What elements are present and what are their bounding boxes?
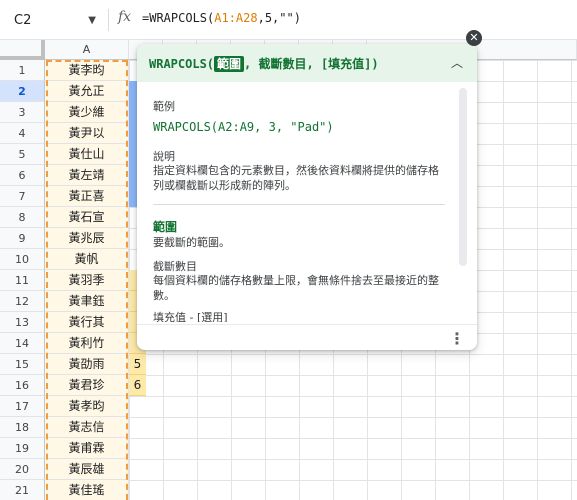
- row-header[interactable]: 5: [0, 144, 45, 165]
- cell-a[interactable]: 黃左靖: [45, 165, 129, 186]
- section-divider: [153, 204, 445, 205]
- cell-a[interactable]: 黃孝昀: [45, 396, 129, 417]
- chevron-down-icon[interactable]: ▼: [88, 10, 96, 32]
- formula-range: A1:A28: [214, 11, 258, 25]
- argument-description: 要截斷的範圍。: [153, 236, 230, 249]
- column-header-a[interactable]: A: [45, 40, 129, 60]
- example-code: WRAPCOLS(A2:A9, 3, "Pad"): [153, 120, 334, 134]
- row-header[interactable]: 13: [0, 312, 45, 333]
- remaining-arguments: , 截斷數目, [填充值]): [244, 57, 379, 71]
- row-header[interactable]: 10: [0, 249, 45, 270]
- name-box[interactable]: C2 ▼: [8, 10, 102, 32]
- formula-start: =WRAPCOLS(: [142, 11, 215, 25]
- cell-a[interactable]: 黃石宣: [45, 207, 129, 228]
- row-header[interactable]: 9: [0, 228, 45, 249]
- row-header[interactable]: 19: [0, 438, 45, 459]
- cell-a[interactable]: 黃羽季: [45, 270, 129, 291]
- row-header[interactable]: 3: [0, 102, 45, 123]
- row-header[interactable]: 4: [0, 123, 45, 144]
- row-header[interactable]: 11: [0, 270, 45, 291]
- cell-a[interactable]: 黃李昀: [45, 60, 129, 81]
- row-header[interactable]: 1: [0, 60, 45, 81]
- close-icon[interactable]: ✕: [466, 30, 482, 46]
- function-signature: WRAPCOLS(範圍, 截斷數目, [填充值]): [149, 55, 379, 72]
- description-label: 說明: [153, 150, 175, 163]
- cell-a[interactable]: 黃尹以: [45, 123, 129, 144]
- popup-body: 範例 WRAPCOLS(A2:A9, 3, "Pad") 說明 指定資料欄包含的…: [137, 82, 477, 322]
- row-header[interactable]: 21: [0, 480, 45, 500]
- formula-input[interactable]: =WRAPCOLS(A1:A28,5,""): [142, 11, 301, 25]
- row-header[interactable]: 12: [0, 291, 45, 312]
- more-vert-icon[interactable]: ⋮: [449, 329, 465, 348]
- popup-scrollbar[interactable]: [459, 88, 467, 266]
- example-label: 範例: [153, 100, 175, 113]
- cell-a[interactable]: 黃帆: [45, 249, 129, 270]
- formula-bar: C2 ▼ fx =WRAPCOLS(A1:A28,5,""): [0, 0, 577, 40]
- row-header[interactable]: 16: [0, 375, 45, 396]
- function-help-popup: WRAPCOLS(範圍, 截斷數目, [填充值]) ︿ 範例 WRAPCOLS(…: [137, 44, 477, 350]
- row-header-selected[interactable]: 2: [0, 81, 45, 102]
- cell-a[interactable]: 黃兆辰: [45, 228, 129, 249]
- row-header[interactable]: 15: [0, 354, 45, 375]
- cell-b-result[interactable]: 5: [129, 354, 146, 375]
- cell-a[interactable]: 黃君珍: [45, 375, 129, 396]
- selected-cell-indicator: [129, 81, 137, 207]
- row-header[interactable]: 20: [0, 459, 45, 480]
- cell-a[interactable]: 黃利竹: [45, 333, 129, 354]
- cell-a[interactable]: 黃聿鈺: [45, 291, 129, 312]
- argument-description: 每個資料欄的儲存格數量上限，會無條件捨去至最接近的整數。: [153, 274, 439, 302]
- cell-a[interactable]: 黃辰雄: [45, 459, 129, 480]
- select-all-corner[interactable]: [0, 40, 45, 60]
- argument-name: 填充值 - [選用]: [153, 311, 228, 322]
- row-header[interactable]: 7: [0, 186, 45, 207]
- active-argument: 範圍: [214, 56, 245, 72]
- argument-name: 截斷數目: [153, 260, 197, 273]
- fx-icon: fx: [118, 9, 132, 25]
- row-header[interactable]: 8: [0, 207, 45, 228]
- popup-header[interactable]: WRAPCOLS(範圍, 截斷數目, [填充值]) ︿: [137, 44, 477, 82]
- row-header[interactable]: 14: [0, 333, 45, 354]
- cell-a[interactable]: 黃行其: [45, 312, 129, 333]
- cell-b-result[interactable]: 6: [129, 375, 146, 396]
- row-header[interactable]: 17: [0, 396, 45, 417]
- popup-footer: ⋮: [137, 324, 477, 350]
- argument-name: 範圍: [153, 220, 178, 234]
- cell-a[interactable]: 黃允正: [45, 81, 129, 102]
- function-name: WRAPCOLS(: [149, 57, 215, 71]
- cell-a[interactable]: 黃劭雨: [45, 354, 129, 375]
- cell-a[interactable]: 黃仕山: [45, 144, 129, 165]
- formula-separator: [108, 9, 109, 31]
- cell-a[interactable]: 黃佳瑤: [45, 480, 129, 500]
- formula-end: ,5,""): [257, 11, 301, 25]
- cell-a[interactable]: 黃正喜: [45, 186, 129, 207]
- cell-a[interactable]: 黃少維: [45, 102, 129, 123]
- cell-a[interactable]: 黃志信: [45, 417, 129, 438]
- row-header[interactable]: 6: [0, 165, 45, 186]
- row-header[interactable]: 18: [0, 417, 45, 438]
- description-text: 指定資料欄包含的元素數目，然後依資料欄將提供的儲存格列或欄截斷以形成新的陣列。: [153, 164, 439, 192]
- column-a-cells: 黃李昀 黃允正 黃少維 黃尹以 黃仕山 黃左靖 黃正喜 黃石宣 黃兆辰 黃帆 黃…: [45, 60, 129, 500]
- chevron-up-icon[interactable]: ︿: [451, 54, 463, 71]
- name-box-value: C2: [14, 13, 32, 28]
- cell-a[interactable]: 黃甫霖: [45, 438, 129, 459]
